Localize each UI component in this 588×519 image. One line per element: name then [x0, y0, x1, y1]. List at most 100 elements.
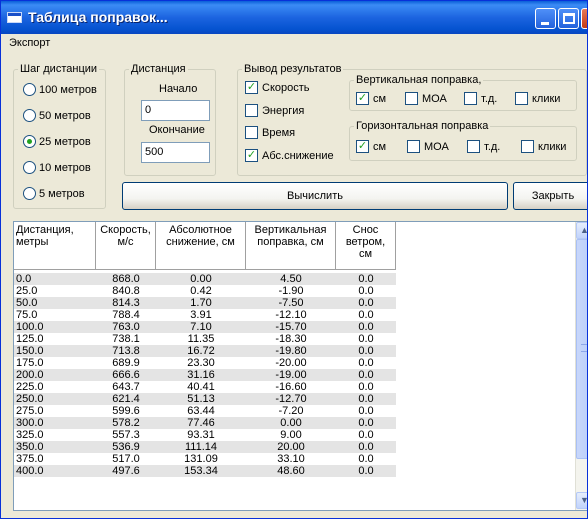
vertical-group-legend: Вертикальная поправка,: [356, 74, 482, 86]
vertical-moa-checkbox[interactable]: МОА: [405, 92, 447, 105]
checkbox-icon[interactable]: [467, 140, 480, 153]
horizontal-cm-checkbox[interactable]: ✓ см: [356, 140, 386, 153]
checkbox-checked-icon[interactable]: ✓: [356, 140, 369, 153]
cell-speed: 689.9: [112, 357, 140, 369]
close-window-button[interactable]: ✕: [581, 8, 587, 29]
title-bar[interactable]: Таблица поправок... ✕: [1, 1, 587, 34]
cell-abs-drop: 0.00: [190, 273, 212, 285]
table-row[interactable]: 75.0 788.4 3.91 -12.10 0.0: [14, 309, 396, 321]
cell-speed: 599.6: [112, 405, 140, 417]
chevron-down-icon: ▼: [580, 495, 587, 505]
header-vertical-correction[interactable]: Вертикальная поправка, см: [246, 222, 336, 270]
checkbox-label: Абс.снижение: [262, 149, 334, 162]
start-label: Начало: [159, 83, 198, 95]
radio-icon[interactable]: [23, 187, 36, 200]
output-group-legend: Вывод результатов: [244, 63, 342, 75]
chevron-up-icon: ▲: [580, 225, 587, 235]
checkbox-icon[interactable]: [405, 92, 418, 105]
step-option-label: 25 метров: [39, 135, 91, 148]
header-abs-drop[interactable]: Абсолютное снижение, см: [156, 222, 246, 270]
header-distance[interactable]: Дистанция, метры: [14, 222, 96, 270]
step-option-25[interactable]: 25 метров: [23, 135, 91, 148]
checkbox-label: МОА: [424, 140, 449, 153]
step-option-100[interactable]: 100 метров: [23, 83, 97, 96]
checkbox-checked-icon[interactable]: ✓: [245, 149, 258, 162]
radio-icon[interactable]: [23, 83, 36, 96]
maximize-button[interactable]: [558, 8, 579, 29]
table-row[interactable]: 350.0 536.9 111.14 20.00 0.0: [14, 441, 396, 453]
table-row[interactable]: 25.0 840.8 0.42 -1.90 0.0: [14, 285, 396, 297]
table-row[interactable]: 50.0 814.3 1.70 -7.50 0.0: [14, 297, 396, 309]
checkbox-icon[interactable]: [464, 92, 477, 105]
header-speed[interactable]: Скорость, м/с: [96, 222, 156, 270]
checkbox-icon[interactable]: [521, 140, 534, 153]
maximize-icon: [563, 13, 575, 24]
table-row[interactable]: 375.0 517.0 131.09 33.10 0.0: [14, 453, 396, 465]
end-label: Окончание: [149, 124, 205, 136]
checkbox-checked-icon[interactable]: ✓: [245, 81, 258, 94]
table-row[interactable]: 225.0 643.7 40.41 -16.60 0.0: [14, 381, 396, 393]
table-row[interactable]: 175.0 689.9 23.30 -20.00 0.0: [14, 357, 396, 369]
table-row[interactable]: 400.0 497.6 153.34 48.60 0.0: [14, 465, 396, 477]
checkbox-icon[interactable]: [407, 140, 420, 153]
table-row[interactable]: 300.0 578.2 77.46 0.00 0.0: [14, 417, 396, 429]
grip-icon: [581, 344, 587, 352]
checkbox-label: т.д.: [481, 92, 498, 105]
table-row[interactable]: 150.0 713.8 16.72 -19.80 0.0: [14, 345, 396, 357]
cell-wind-drift: 0.0: [358, 285, 374, 297]
cell-vertical-correction: -15.70: [275, 321, 307, 333]
checkbox-icon[interactable]: [515, 92, 528, 105]
output-speed-checkbox[interactable]: ✓ Скорость: [245, 81, 310, 94]
table-row[interactable]: 100.0 763.0 7.10 -15.70 0.0: [14, 321, 396, 333]
checkbox-label: МОА: [422, 92, 447, 105]
end-distance-input[interactable]: 500: [141, 142, 210, 163]
results-table[interactable]: Дистанция, метры Скорость, м/с Абсолютно…: [13, 221, 587, 511]
cell-abs-drop: 23.30: [187, 357, 215, 369]
step-option-50[interactable]: 50 метров: [23, 109, 91, 122]
checkbox-checked-icon[interactable]: ✓: [356, 92, 369, 105]
cell-vertical-correction: 4.50: [280, 273, 302, 285]
table-row[interactable]: 325.0 557.3 93.31 9.00 0.0: [14, 429, 396, 441]
close-button[interactable]: Закрыть: [513, 182, 587, 210]
table-row[interactable]: 0.0 868.0 0.00 4.50 0.0: [14, 273, 396, 285]
table-row[interactable]: 275.0 599.6 63.44 -7.20 0.0: [14, 405, 396, 417]
cell-wind-drift: 0.0: [358, 405, 374, 417]
checkbox-icon[interactable]: [245, 104, 258, 117]
table-row[interactable]: 125.0 738.1 11.35 -18.30 0.0: [14, 333, 396, 345]
cell-wind-drift: 0.0: [358, 321, 374, 333]
cell-abs-drop: 111.14: [184, 441, 217, 453]
step-option-10[interactable]: 10 метров: [23, 161, 91, 174]
vertical-clicks-checkbox[interactable]: клики: [515, 92, 560, 105]
checkbox-icon[interactable]: [245, 126, 258, 139]
radio-icon[interactable]: [23, 161, 36, 174]
menu-export[interactable]: Экспорт: [9, 37, 50, 49]
header-wind-drift[interactable]: Снос ветром, см: [336, 222, 396, 270]
table-row[interactable]: 200.0 666.6 31.16 -19.00 0.0: [14, 369, 396, 381]
vertical-cm-checkbox[interactable]: ✓ см: [356, 92, 386, 105]
cell-wind-drift: 0.0: [358, 357, 374, 369]
output-time-checkbox[interactable]: Время: [245, 126, 295, 139]
vertical-scrollbar[interactable]: ▲ ▼: [575, 222, 587, 510]
start-distance-input[interactable]: 0: [141, 100, 210, 121]
minimize-button[interactable]: [535, 8, 556, 29]
table-body: 0.0 868.0 0.00 4.50 0.0 25.0 840.8 0.42 -1.90 0.0…: [14, 273, 396, 477]
output-energy-checkbox[interactable]: Энергия: [245, 104, 304, 117]
cell-wind-drift: 0.0: [358, 381, 374, 393]
checkbox-label: Время: [262, 126, 296, 139]
radio-icon[interactable]: [23, 109, 36, 122]
step-option-label: 100 метров: [39, 83, 97, 96]
step-option-5[interactable]: 5 метров: [23, 187, 85, 200]
horizontal-clicks-checkbox[interactable]: клики: [521, 140, 566, 153]
cell-wind-drift: 0.0: [358, 441, 374, 453]
table-row[interactable]: 250.0 621.4 51.13 -12.70 0.0: [14, 393, 396, 405]
scroll-up-button[interactable]: ▲: [576, 222, 587, 239]
scrollbar-thumb[interactable]: [576, 239, 587, 459]
cell-distance: 350.0: [16, 441, 44, 453]
radio-selected-icon[interactable]: [23, 135, 36, 148]
compute-button[interactable]: Вычислить: [122, 182, 508, 210]
output-abs-drop-checkbox[interactable]: ✓ Абс.снижение: [245, 149, 334, 162]
scroll-down-button[interactable]: ▼: [576, 492, 587, 509]
horizontal-moa-checkbox[interactable]: МОА: [407, 140, 449, 153]
vertical-td-checkbox[interactable]: т.д.: [464, 92, 497, 105]
horizontal-td-checkbox[interactable]: т.д.: [467, 140, 500, 153]
